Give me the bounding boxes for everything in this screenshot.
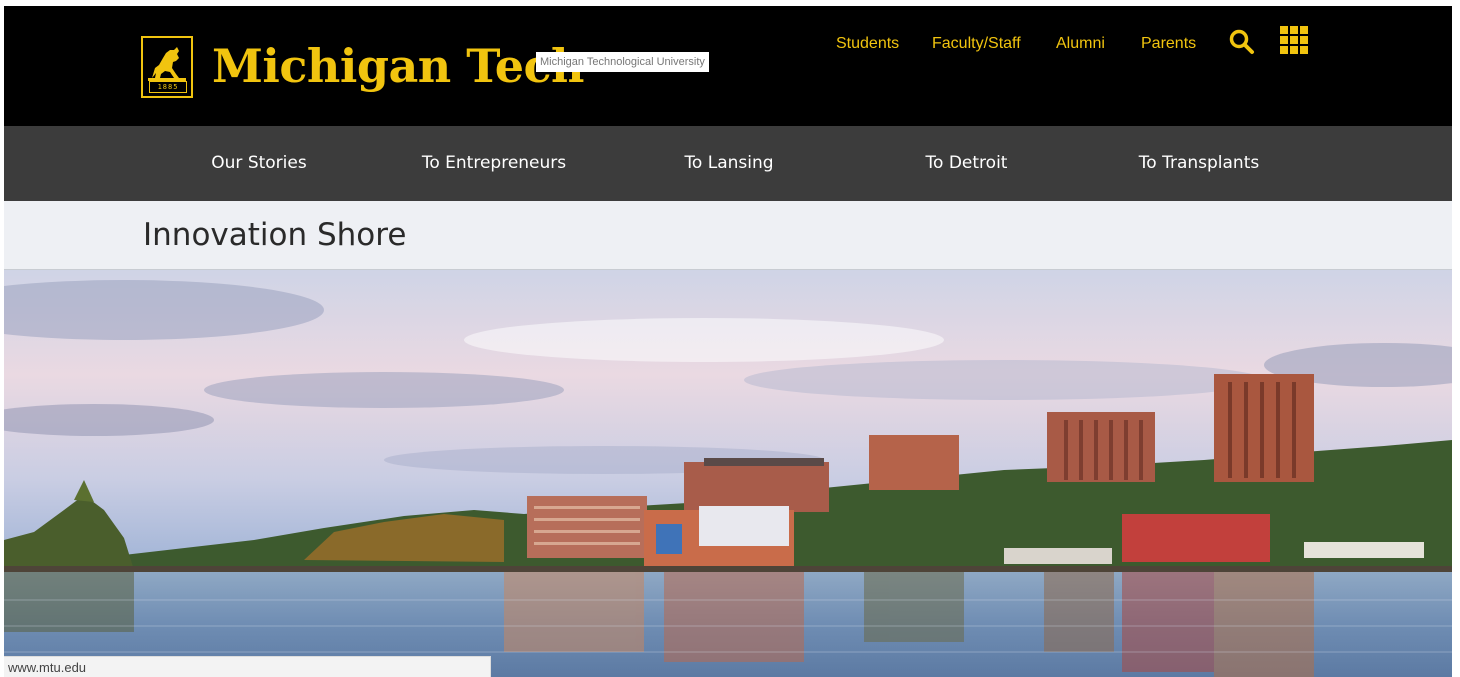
search-icon[interactable] [1228,28,1256,60]
browser-viewport: 1885 Michigan Tech Michigan Technologica… [4,6,1452,677]
brand-name[interactable]: Michigan Tech [212,37,584,95]
nav-item-to-transplants[interactable]: To Transplants [1119,126,1279,201]
campus-waterfront-image [4,270,1452,677]
logo-year: 1885 [149,81,187,93]
audience-link-parents[interactable]: Parents [1141,32,1196,56]
audience-link-faculty-staff[interactable]: Faculty/Staff [932,32,1021,56]
page-title-bar: Innovation Shore [4,201,1452,270]
husky-logo[interactable]: 1885 [141,36,193,98]
browser-status-url: www.mtu.edu [4,656,491,677]
brand-subtitle: Michigan Technological University [536,52,709,72]
grid-icon[interactable] [1280,26,1308,54]
hero-image [4,270,1452,677]
site-header: 1885 Michigan Tech Michigan Technologica… [4,6,1452,126]
nav-item-to-detroit[interactable]: To Detroit [904,126,1029,201]
main-navigation: Our Stories To Entrepreneurs To Lansing … [4,126,1452,201]
page-title: Innovation Shore [143,217,407,253]
nav-item-to-entrepreneurs[interactable]: To Entrepreneurs [404,126,584,201]
audience-link-students[interactable]: Students [836,32,899,56]
nav-item-to-lansing[interactable]: To Lansing [664,126,794,201]
nav-item-our-stories[interactable]: Our Stories [194,126,324,201]
audience-link-alumni[interactable]: Alumni [1056,32,1105,56]
